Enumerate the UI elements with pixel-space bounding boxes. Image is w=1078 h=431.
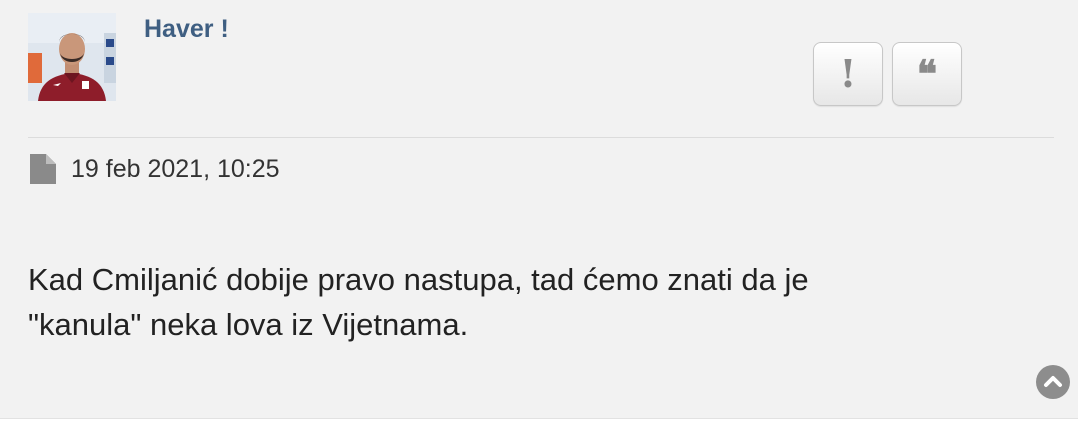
report-button[interactable]: ! bbox=[813, 42, 883, 106]
post-meta: 19 feb 2021, 10:25 bbox=[30, 154, 280, 184]
page-bottom-strip bbox=[0, 418, 1078, 431]
post-content-line: "kanula" neka lova iz Vijetnama. bbox=[28, 307, 469, 342]
post-container: Haver ! ! ❝ 19 feb 2021, 10:25 Kad Cmilj… bbox=[0, 0, 1078, 418]
file-icon bbox=[30, 154, 56, 184]
post-author-username[interactable]: Haver ! bbox=[144, 15, 229, 44]
post-content: Kad Cmiljanić dobije pravo nastupa, tad … bbox=[28, 257, 1028, 347]
post-divider bbox=[28, 137, 1054, 138]
back-to-top-button[interactable] bbox=[1036, 365, 1070, 399]
avatar-image bbox=[28, 13, 116, 101]
quote-button[interactable]: ❝ bbox=[892, 42, 962, 106]
post-content-line: Kad Cmiljanić dobije pravo nastupa, tad … bbox=[28, 262, 809, 297]
exclamation-icon: ! bbox=[839, 51, 857, 96]
quote-icon: ❝ bbox=[916, 51, 938, 96]
chevron-up-icon bbox=[1044, 376, 1062, 387]
post-date[interactable]: 19 feb 2021, 10:25 bbox=[71, 155, 280, 184]
avatar[interactable] bbox=[28, 13, 116, 101]
